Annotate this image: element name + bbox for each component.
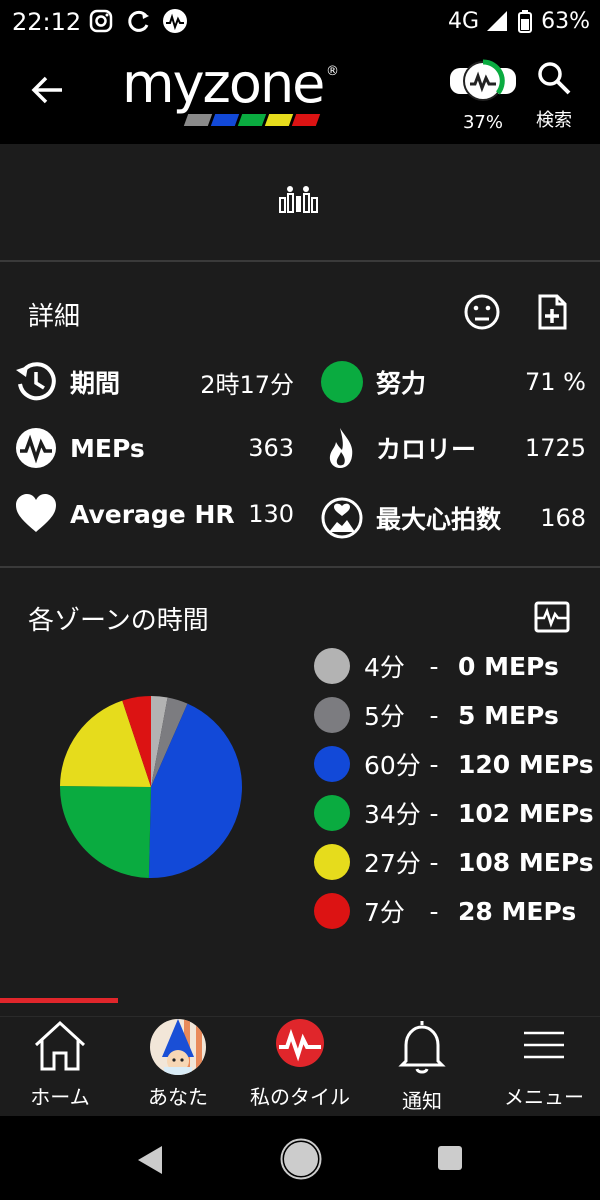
meps-icon xyxy=(16,428,56,468)
nav-notifications[interactable]: 通知 xyxy=(362,1017,482,1117)
stat-value: 130 xyxy=(248,500,294,528)
nav-you[interactable]: あなた xyxy=(118,1017,238,1117)
stat-max-hr: 最大心拍数 168 xyxy=(320,494,586,542)
zone-separator: - xyxy=(429,896,439,926)
effort-dot-icon xyxy=(321,361,363,403)
bell-icon xyxy=(398,1021,446,1074)
zones-title: 各ゾーンの時間 xyxy=(28,606,209,636)
stat-meps: MEPs 363 xyxy=(14,424,294,472)
zone-color-dot xyxy=(314,648,350,684)
zone-separator: - xyxy=(429,798,439,828)
belt-percent: 37% xyxy=(462,112,503,133)
search-label: 検索 xyxy=(536,110,572,131)
stat-value: 363 xyxy=(248,434,294,462)
duration-icon xyxy=(16,362,56,401)
zone-minutes: 60分 xyxy=(364,751,421,780)
battery-percent: 63% xyxy=(541,8,590,34)
status-bar: 22:12 4G 63% xyxy=(0,0,600,46)
zone-meps: 120 MEPs xyxy=(458,749,594,779)
zone-minutes: 7分 xyxy=(364,898,405,927)
nav-menu[interactable]: メニュー xyxy=(484,1017,600,1117)
system-nav-bar xyxy=(0,1116,600,1200)
divider xyxy=(0,566,600,568)
my-tiles-icon xyxy=(276,1019,324,1067)
nav-my-tiles[interactable]: 私のタイル xyxy=(240,1017,360,1117)
status-time: 22:12 xyxy=(12,8,82,36)
search-button[interactable]: 検索 xyxy=(524,60,584,132)
instagram-icon xyxy=(89,9,113,33)
zone-minutes: 27分 xyxy=(364,849,421,878)
stat-value: 71 % xyxy=(525,368,586,396)
heart-icon xyxy=(16,494,56,532)
myzone-logo: myzone ® xyxy=(122,56,342,134)
stat-value: 168 xyxy=(540,504,586,532)
max-hr-icon xyxy=(321,497,363,539)
system-home-icon[interactable] xyxy=(280,1138,322,1180)
avatar xyxy=(150,1019,206,1075)
details-title: 詳細 xyxy=(28,302,81,332)
stat-value: 2時17分 xyxy=(200,370,294,399)
battery-icon xyxy=(518,10,533,33)
signal-icon xyxy=(487,11,508,31)
network-type: 4G xyxy=(448,8,480,34)
myzone-status-icon xyxy=(163,9,187,33)
belt-status[interactable]: 37% xyxy=(446,58,520,133)
zone-separator: - xyxy=(429,651,439,681)
zone-separator: - xyxy=(429,847,439,877)
zone-meps: 5 MEPs xyxy=(458,700,559,730)
zone-meps: 108 MEPs xyxy=(458,847,594,877)
zone-row: 27分 -108 MEPs xyxy=(314,842,594,882)
flame-icon xyxy=(329,428,353,468)
belt-battery-icon xyxy=(450,59,516,101)
search-icon xyxy=(538,62,571,95)
zone-minutes: 34分 xyxy=(364,800,421,829)
stat-calories: カロリー 1725 xyxy=(320,424,586,472)
zone-color-dot xyxy=(314,746,350,782)
stat-value: 1725 xyxy=(524,434,586,462)
zone-color-dot xyxy=(314,697,350,733)
back-arrow-icon[interactable] xyxy=(28,70,68,110)
logo-color-bars xyxy=(183,114,321,126)
mood-face-icon[interactable] xyxy=(462,292,502,332)
zone-color-dot xyxy=(314,844,350,880)
status-right: 4G 63% xyxy=(448,8,590,34)
next-section-indicator xyxy=(0,998,118,1003)
zone-meps: 28 MEPs xyxy=(458,896,577,926)
zone-row: 4分 -0 MEPs xyxy=(314,646,559,686)
zone-separator: - xyxy=(429,700,439,730)
zone-chart-toggle-icon[interactable] xyxy=(532,598,572,638)
zone-color-dot xyxy=(314,795,350,831)
system-recents-icon[interactable] xyxy=(436,1144,464,1172)
pie-slice xyxy=(59,785,151,878)
workout-detail-content[interactable]: 詳細 期間 2時17分 努力 71 % MEPs 363 カロリー 1725 A… xyxy=(0,144,600,1016)
system-back-icon[interactable] xyxy=(134,1142,166,1178)
home-icon xyxy=(34,1020,86,1071)
zone-row: 7分 -28 MEPs xyxy=(314,891,576,931)
stat-average-hr: Average HR 130 xyxy=(14,490,294,538)
nav-home[interactable]: ホーム xyxy=(0,1017,120,1117)
zone-separator: - xyxy=(429,749,439,779)
bottom-nav: ホーム あなた 私のタイル 通知 メニュー xyxy=(0,1016,600,1116)
stat-effort: 努力 71 % xyxy=(320,358,586,406)
sync-icon xyxy=(128,10,149,32)
zone-row: 5分 -5 MEPs xyxy=(314,695,559,735)
app-header: myzone ® 37% 検索 xyxy=(0,46,600,144)
add-note-icon[interactable] xyxy=(532,292,572,332)
zone-row: 60分 -120 MEPs xyxy=(314,744,594,784)
menu-icon xyxy=(524,1031,564,1059)
zone-minutes: 4分 xyxy=(364,653,405,682)
zone-color-dot xyxy=(314,893,350,929)
zone-minutes: 5分 xyxy=(364,702,405,731)
zone-meps: 0 MEPs xyxy=(458,651,559,681)
zone-meps: 102 MEPs xyxy=(458,798,594,828)
logo-text: myzone xyxy=(122,52,325,115)
divider xyxy=(0,260,600,262)
registered-mark: ® xyxy=(326,64,339,79)
zone-pie-chart xyxy=(59,696,242,878)
zone-row: 34分 -102 MEPs xyxy=(314,793,594,833)
bar-chart-toggle-icon[interactable] xyxy=(278,184,324,214)
stat-duration: 期間 2時17分 xyxy=(14,358,294,406)
